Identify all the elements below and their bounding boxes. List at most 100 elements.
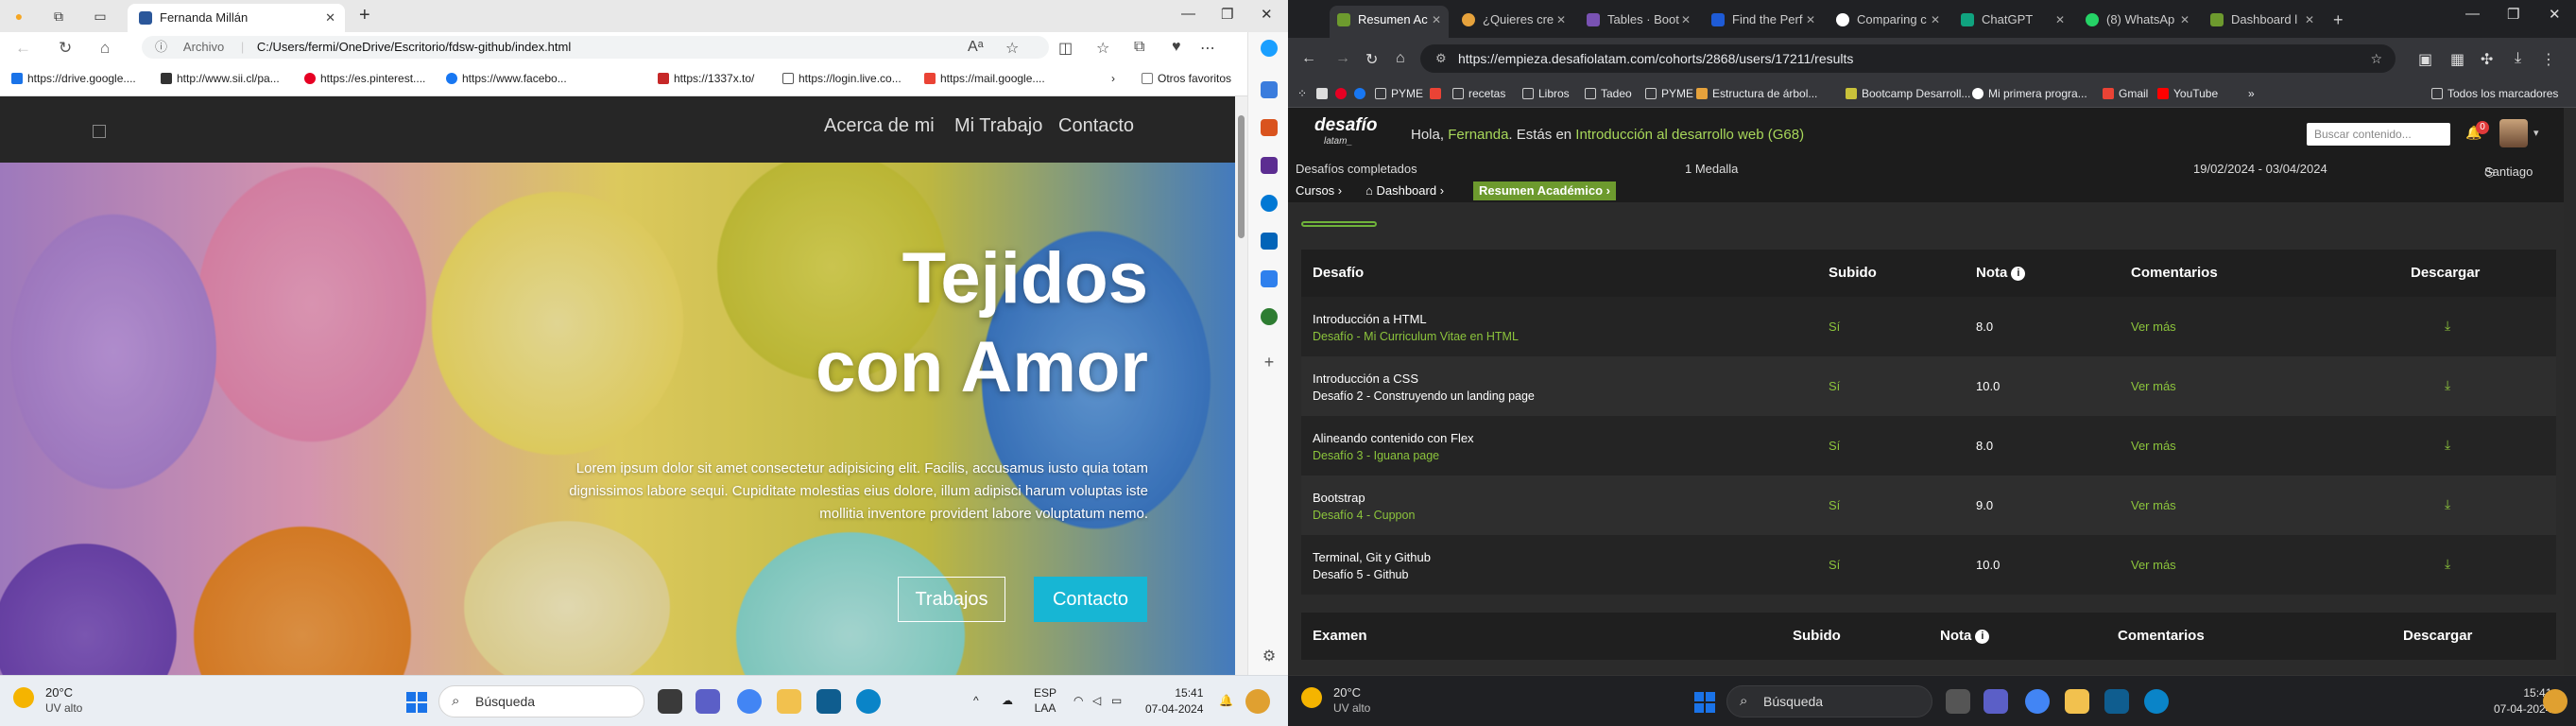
file-explorer-icon[interactable] [2065, 689, 2089, 714]
info-icon[interactable]: i [2011, 267, 2026, 281]
games-icon[interactable] [1261, 157, 1278, 174]
profile-icon[interactable]: ● [9, 7, 28, 26]
download-icon[interactable]: ⤓ [2445, 556, 2450, 572]
bookmark-star-icon[interactable]: ☆ [2370, 44, 2382, 73]
tab-resumen-academico[interactable]: Resumen Ac ✕ [1330, 6, 1449, 38]
bookmark-estructura-arbol[interactable]: Estructura de árbol... [1696, 87, 1817, 100]
wifi-icon[interactable]: ◠ [1073, 693, 1083, 708]
chrome-icon[interactable] [737, 689, 762, 714]
site-info-icon[interactable]: ⚙ [1435, 44, 1447, 73]
start-windows-icon[interactable] [1694, 692, 1715, 713]
settings-gear-icon[interactable]: ⚙ [1261, 648, 1278, 666]
tab-tables-bootstrap[interactable]: Tables · Boot ✕ [1579, 6, 1698, 38]
close-window-icon[interactable]: ✕ [2549, 6, 2561, 23]
address-input[interactable]: ⓘ Archivo | C:/Users/fermi/OneDrive/Escr… [142, 36, 1049, 59]
forward-icon[interactable]: → [1335, 50, 1350, 67]
back-icon[interactable]: ← [1301, 50, 1316, 67]
tab-fernanda-millan[interactable]: Fernanda Millán ✕ [128, 4, 345, 32]
clock[interactable]: 15:41 07-04-2024 [1145, 685, 1203, 717]
bookmark-item[interactable]: https://drive.google.... [11, 72, 136, 85]
tree-icon[interactable] [1261, 308, 1278, 325]
copilot-icon[interactable] [1261, 40, 1278, 57]
more-bookmarks-icon[interactable]: › [1111, 72, 1115, 85]
split-screen-icon[interactable]: ◫ [1058, 39, 1073, 58]
taskbar-search[interactable]: ⌕ Búsqueda [1726, 685, 1932, 717]
minimize-icon[interactable]: — [2465, 6, 2480, 22]
bookmark-item[interactable]: https://1337x.to/ [658, 72, 754, 85]
add-sidebar-icon[interactable]: + [1261, 354, 1278, 371]
download-icon[interactable]: ⤓ [2445, 496, 2450, 512]
bookmark-item[interactable]: https://mail.google.... [924, 72, 1045, 85]
new-tab-icon[interactable]: + [2327, 6, 2356, 38]
new-tab-icon[interactable]: + [359, 5, 370, 26]
close-window-icon[interactable]: ✕ [1261, 6, 1273, 23]
minimize-icon[interactable]: — [1181, 6, 1195, 22]
extension-icon[interactable]: ▦ [2450, 50, 2464, 69]
outlook-icon[interactable] [1261, 233, 1278, 250]
briefcase-icon[interactable] [1261, 119, 1278, 136]
task-view-icon[interactable] [658, 689, 682, 714]
bookmark-folder-pyme[interactable]: PYME [1375, 87, 1423, 100]
trabajos-button[interactable]: Trabajos [898, 577, 1005, 622]
tag-icon[interactable] [1261, 81, 1278, 98]
bookmark-item[interactable]: https://es.pinterest.... [304, 72, 425, 85]
course-name[interactable]: Introducción al desarrollo web (G68) [1575, 127, 1804, 143]
teams-icon[interactable] [1984, 689, 2008, 714]
edge-icon[interactable] [2144, 689, 2169, 714]
user-avatar[interactable] [2499, 119, 2528, 147]
crumb-cursos[interactable]: Cursos › [1290, 182, 1348, 200]
download-icon[interactable]: ⤓ [2445, 377, 2450, 393]
bookmark-folder-libros[interactable]: Libros [1522, 87, 1570, 100]
bookmark-item[interactable]: https://login.live.co... [782, 72, 902, 85]
back-icon[interactable]: ← [15, 39, 31, 58]
chrome-menu-icon[interactable]: ⋮ [2541, 50, 2556, 69]
file-explorer-icon[interactable] [777, 689, 801, 714]
teams-icon[interactable] [696, 689, 720, 714]
home-icon[interactable]: ⌂ [100, 39, 110, 58]
bookmark-folder-recetas[interactable]: recetas [1452, 87, 1505, 100]
all-bookmarks[interactable]: Todos los marcadores [2431, 87, 2558, 100]
nav-mi-trabajo[interactable]: Mi Trabajo [954, 115, 1042, 137]
taskbar-search[interactable]: ⌕ Búsqueda [438, 685, 644, 717]
copilot-taskbar-icon[interactable] [1245, 689, 1270, 714]
download-icon[interactable]: ⤓ [2445, 437, 2450, 453]
favorite-star-icon[interactable]: ☆ [1005, 39, 1019, 58]
nav-acerca-de-mi[interactable]: Acerca de mi [824, 115, 935, 137]
tab-comparing[interactable]: Comparing c ✕ [1829, 6, 1948, 38]
avatar-menu-chevron-icon[interactable]: ▾ [2533, 127, 2539, 139]
ver-mas-link[interactable]: Ver más [2131, 558, 2176, 572]
maximize-icon[interactable]: ❐ [1221, 6, 1233, 23]
volume-icon[interactable]: ◁ [1092, 693, 1101, 708]
facebook-icon[interactable] [1354, 87, 1370, 100]
bookmark-folder-pyme-2[interactable]: PYME [1645, 87, 1693, 100]
page-scrollbar[interactable] [2564, 108, 2576, 675]
omnibox[interactable]: ⚙ https://empieza.desafiolatam.com/cohor… [1420, 44, 2396, 73]
download-icon[interactable]: ⤓ [2445, 318, 2450, 334]
chrome-icon[interactable] [2025, 689, 2050, 714]
vscode-icon[interactable] [2104, 689, 2129, 714]
sii-icon[interactable] [1316, 87, 1332, 100]
info-icon[interactable]: i [1975, 630, 1990, 644]
onedrive-icon[interactable]: ☁ [1002, 693, 1013, 708]
bookmark-mi-primera[interactable]: Mi primera progra... [1972, 87, 2087, 100]
tab-dashboard[interactable]: Dashboard l ✕ [2203, 6, 2322, 38]
battery-icon[interactable]: ▭ [1111, 693, 1122, 708]
bookmark-folder-tadeo[interactable]: Tadeo [1585, 87, 1632, 100]
tab-whatsapp[interactable]: (8) WhatsAp ✕ [2078, 6, 2197, 38]
close-tab-icon[interactable]: ✕ [1432, 6, 1441, 34]
bookmark-gmail[interactable]: Gmail [2103, 87, 2148, 100]
workspaces-icon[interactable]: ⧉ [49, 7, 68, 26]
start-windows-icon[interactable] [406, 692, 427, 713]
more-menu-icon[interactable]: ⋯ [1200, 39, 1215, 58]
extension-icon[interactable]: ▣ [2418, 50, 2432, 69]
search-icon[interactable] [1261, 195, 1278, 212]
home-icon[interactable]: ⌂ [1396, 50, 1405, 67]
tab-find-the-perfect[interactable]: Find the Perf ✕ [1704, 6, 1823, 38]
desafio-logo[interactable]: desafío latam_ [1314, 115, 1378, 147]
collections-icon[interactable]: ⧉ [1134, 39, 1144, 56]
tray-chevron-icon[interactable]: ^ [973, 693, 979, 708]
vscode-icon[interactable] [816, 689, 841, 714]
refresh-icon[interactable]: ↻ [59, 39, 72, 58]
scrollbar-thumb[interactable] [1238, 115, 1245, 238]
read-aloud-icon[interactable]: Aᵃ [968, 39, 984, 56]
